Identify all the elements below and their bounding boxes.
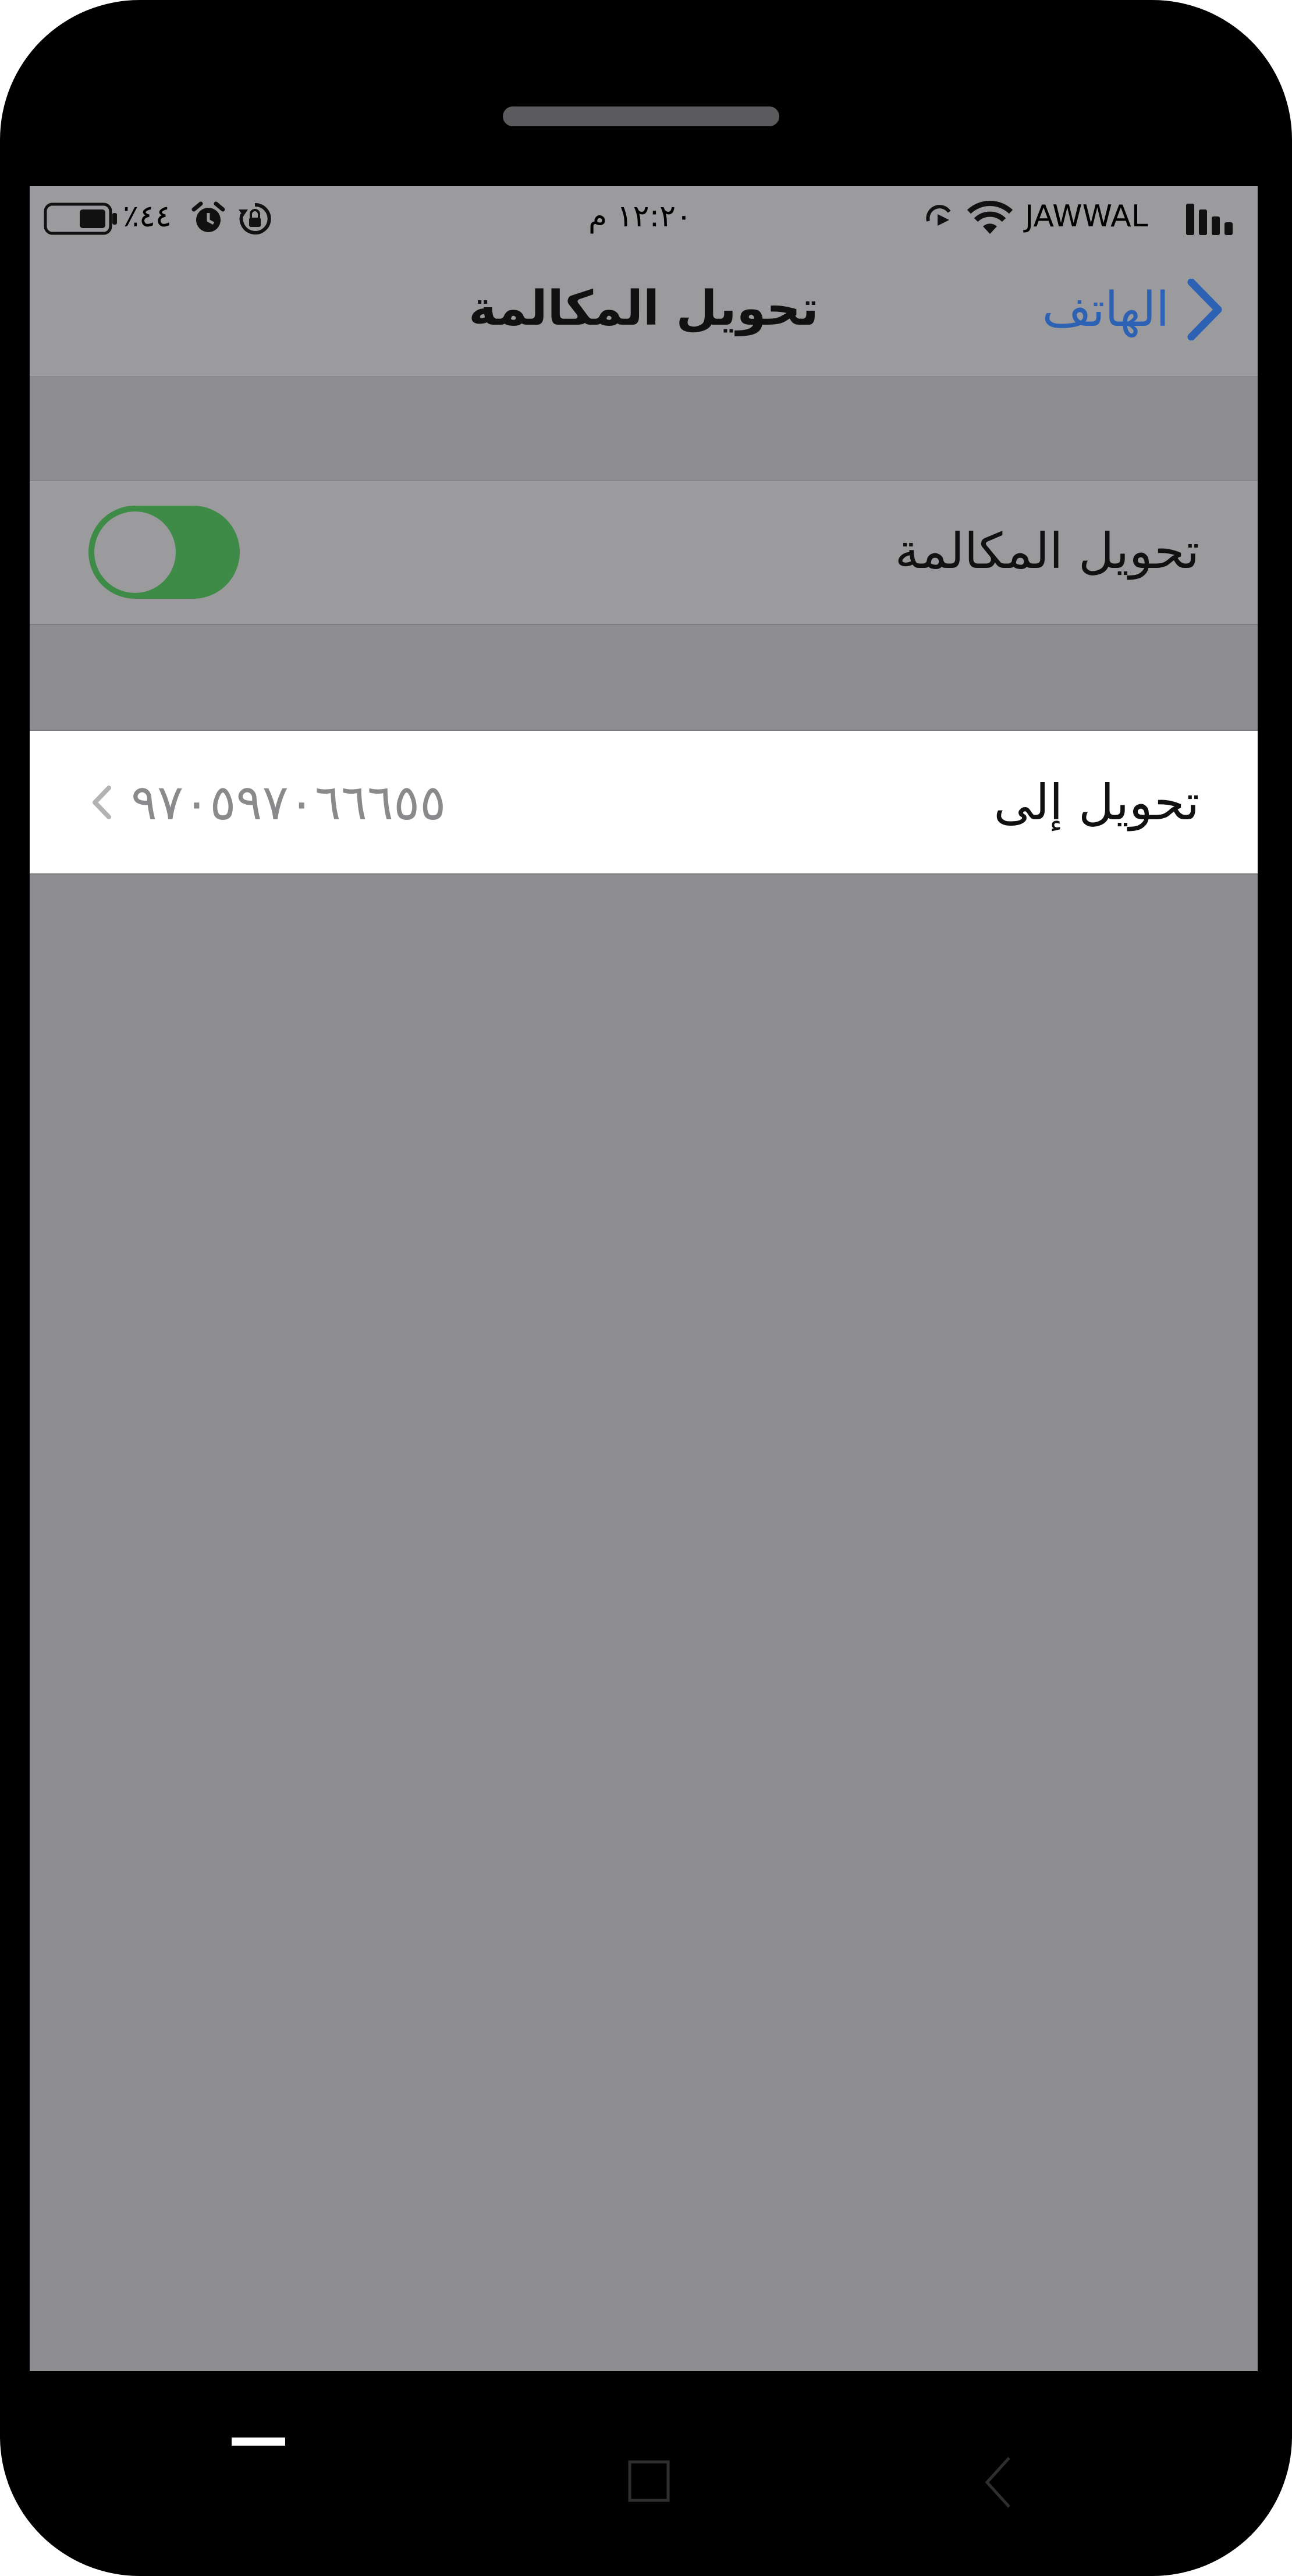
earpiece-speaker (503, 106, 779, 126)
status-bar: ٪٤٤ ١٢:٢٠ م JAWWAL (30, 186, 1258, 247)
section-spacer (30, 625, 1258, 731)
signal-bars-icon (1186, 204, 1233, 235)
status-time: ١٢:٢٠ م (588, 199, 692, 234)
screen: ٪٤٤ ١٢:٢٠ م JAWWAL تحويل المكالمة الهاتف… (30, 186, 1258, 2371)
chevron-right-icon (1187, 279, 1222, 340)
menu-icon[interactable] (232, 2438, 285, 2446)
forward-to-label: تحويل إلى (993, 774, 1199, 831)
phone-frame: ٪٤٤ ١٢:٢٠ م JAWWAL تحويل المكالمة الهاتف… (0, 0, 1292, 2576)
alarm-icon (191, 201, 225, 232)
forwarding-toggle-row: تحويل المكالمة (30, 481, 1258, 625)
forward-to-number: ٩٧٠٥٩٧٠٦٦٦٥٥ (131, 774, 446, 831)
forwarding-toggle[interactable] (88, 506, 240, 599)
call-forward-icon (926, 205, 951, 226)
section-spacer (30, 377, 1258, 481)
forwarding-label: تحويل المكالمة (895, 523, 1199, 580)
home-square-icon[interactable] (628, 2460, 670, 2502)
toggle-knob (94, 511, 176, 593)
chevron-left-icon (93, 786, 111, 819)
system-navigation-bar (0, 2371, 1292, 2576)
forward-to-row[interactable]: تحويل إلى ٩٧٠٥٩٧٠٦٦٦٥٥ (30, 731, 1258, 875)
rotation-lock-icon (239, 202, 271, 234)
back-button-label: الهاتف (1042, 282, 1169, 337)
empty-content-area (30, 875, 1258, 2371)
forward-to-value-group: ٩٧٠٥٩٧٠٦٦٦٥٥ (91, 770, 446, 834)
battery-percent: ٪٤٤ (123, 199, 172, 234)
carrier-name: JAWWAL (1025, 199, 1148, 234)
wifi-icon (967, 201, 1013, 234)
battery-icon (44, 202, 117, 235)
back-button[interactable]: الهاتف (1042, 278, 1223, 342)
back-chevron-icon[interactable] (984, 2456, 1013, 2509)
navigation-bar: تحويل المكالمة الهاتف (30, 247, 1258, 378)
